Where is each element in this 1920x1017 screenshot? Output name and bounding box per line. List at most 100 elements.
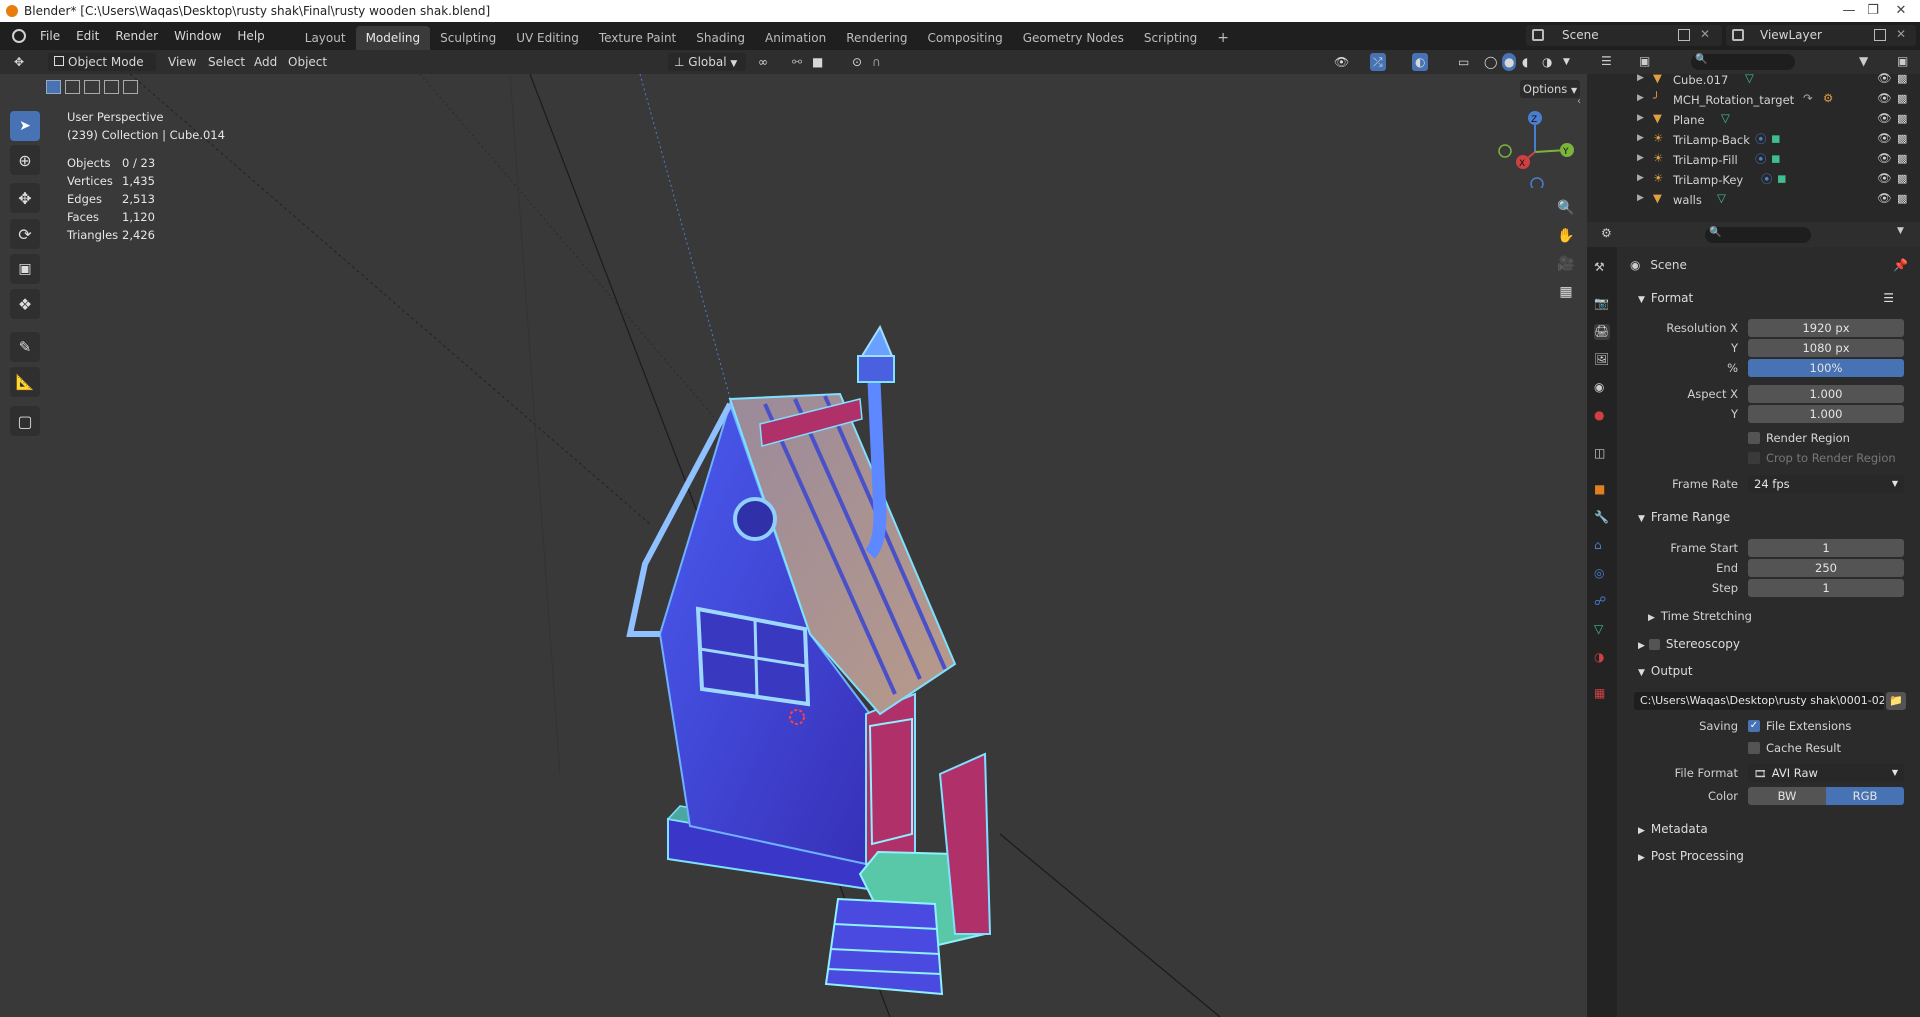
eye-icon[interactable]: 👁 bbox=[1877, 151, 1892, 165]
outliner-search-input[interactable]: 🔍 bbox=[1691, 54, 1795, 70]
display-mode-icon[interactable]: ▣ bbox=[1639, 54, 1650, 68]
file-format-dropdown[interactable]: 🎞 AVI Raw ▼ bbox=[1748, 764, 1904, 782]
collection-tab-icon[interactable]: ◫ bbox=[1594, 446, 1610, 462]
properties-type-icon[interactable]: ⚙ bbox=[1601, 226, 1612, 240]
world-tab-icon[interactable]: ● bbox=[1594, 408, 1610, 424]
presets-icon[interactable]: ☰ bbox=[1883, 286, 1894, 310]
expand-arrow-icon[interactable]: ▶ bbox=[1637, 133, 1644, 143]
tab-modeling[interactable]: Modeling bbox=[355, 26, 431, 50]
eye-icon[interactable]: 👁 bbox=[1877, 131, 1892, 145]
shading-solid-icon[interactable]: ● bbox=[1502, 53, 1517, 71]
cursor-tool[interactable]: ⊕ bbox=[10, 145, 40, 175]
pivot-point-icon[interactable]: ∞ bbox=[758, 53, 768, 71]
annotate-tool[interactable]: ✎ bbox=[10, 332, 40, 362]
snap-icon[interactable]: ⚯ bbox=[792, 53, 802, 71]
viewlayer-selector[interactable]: ViewLayer ✕ bbox=[1726, 25, 1916, 46]
filter-icon[interactable]: ▼ bbox=[1859, 54, 1868, 68]
menu-render[interactable]: Render bbox=[107, 22, 166, 50]
camera-view-icon[interactable]: 🎥 bbox=[1554, 252, 1578, 276]
expand-arrow-icon[interactable]: ▶ bbox=[1637, 93, 1644, 103]
constraints-tab-icon[interactable]: ☍ bbox=[1594, 594, 1610, 610]
tool-tab-icon[interactable]: ⚒ bbox=[1594, 260, 1610, 276]
move-tool[interactable]: ✥ bbox=[10, 183, 40, 213]
select-mode-buttons[interactable] bbox=[46, 80, 139, 96]
texture-tab-icon[interactable]: ▦ bbox=[1594, 686, 1610, 702]
resolution-x-field[interactable]: 1920 px bbox=[1748, 319, 1904, 337]
outliner-row[interactable]: ▶ ☀ TriLamp-Fill ⦿ ◼ 👁 ▩ bbox=[1587, 150, 1920, 170]
menu-window[interactable]: Window bbox=[166, 22, 229, 50]
eye-icon[interactable]: 👁 bbox=[1877, 191, 1892, 205]
render-camera-icon[interactable]: ▩ bbox=[1897, 132, 1907, 145]
crop-region-checkbox[interactable] bbox=[1748, 452, 1760, 464]
expand-arrow-icon[interactable]: ▶ bbox=[1637, 113, 1644, 123]
resolution-y-field[interactable]: 1080 px bbox=[1748, 339, 1904, 357]
falloff-icon[interactable]: ∩ bbox=[872, 53, 881, 71]
proportional-edit-icon[interactable]: ⊙ bbox=[852, 53, 862, 71]
view-layer-tab-icon[interactable]: 🖼 bbox=[1594, 352, 1610, 368]
new-collection-icon[interactable]: ▣ bbox=[1897, 54, 1908, 68]
frame-start-field[interactable]: 1 bbox=[1748, 539, 1904, 557]
eye-icon[interactable]: 👁 bbox=[1877, 71, 1892, 85]
zoom-icon[interactable]: 🔍 bbox=[1554, 196, 1578, 220]
add-workspace-icon[interactable]: + bbox=[1207, 26, 1239, 50]
metadata-panel-header[interactable]: ▶ Metadata bbox=[1630, 817, 1914, 841]
format-panel-header[interactable]: ▼ Format ☰ bbox=[1630, 286, 1914, 310]
menu-add[interactable]: Add bbox=[254, 53, 277, 71]
tab-layout[interactable]: Layout bbox=[295, 26, 356, 50]
expand-arrow-icon[interactable]: ▶ bbox=[1637, 193, 1644, 203]
tab-sculpting[interactable]: Sculpting bbox=[430, 26, 506, 50]
tab-animation[interactable]: Animation bbox=[755, 26, 836, 50]
menu-view[interactable]: View bbox=[168, 53, 196, 71]
output-panel-header[interactable]: ▼ Output bbox=[1630, 659, 1914, 683]
physics-tab-icon[interactable]: ◎ bbox=[1594, 566, 1610, 582]
frame-rate-dropdown[interactable]: 24 fps ▼ bbox=[1748, 475, 1904, 493]
scale-tool[interactable]: ▣ bbox=[10, 254, 40, 284]
output-path-input[interactable]: C:\Users\Waqas\Desktop\rusty shak\0001-0… bbox=[1634, 692, 1884, 710]
scene-tab-icon[interactable]: ◉ bbox=[1594, 380, 1610, 396]
menu-select[interactable]: Select bbox=[208, 53, 245, 71]
aspect-y-field[interactable]: 1.000 bbox=[1748, 405, 1904, 423]
select-box-tool[interactable]: ➤ bbox=[10, 111, 40, 141]
render-camera-icon[interactable]: ▩ bbox=[1897, 152, 1907, 165]
tab-texture-paint[interactable]: Texture Paint bbox=[589, 26, 686, 50]
gizmo-toggle-icon[interactable]: ⤮ bbox=[1370, 53, 1386, 71]
editor-type-icon[interactable]: ✥ bbox=[14, 53, 34, 71]
eye-icon[interactable]: 👁 bbox=[1877, 171, 1892, 185]
tab-uv-editing[interactable]: UV Editing bbox=[506, 26, 589, 50]
render-camera-icon[interactable]: ▩ bbox=[1897, 92, 1907, 105]
cache-result-checkbox[interactable] bbox=[1748, 742, 1760, 754]
3d-viewport[interactable]: ➤ ⊕ ✥ ⟳ ▣ ❖ ✎ 📐 ▢ Options ▼ User Perspec… bbox=[0, 74, 1587, 1017]
menu-help[interactable]: Help bbox=[229, 22, 272, 50]
expand-arrow-icon[interactable]: ▶ bbox=[1637, 173, 1644, 183]
pan-hand-icon[interactable]: ✋ bbox=[1554, 224, 1578, 248]
render-tab-icon[interactable]: 📷 bbox=[1594, 296, 1610, 312]
eye-icon[interactable]: 👁 bbox=[1877, 111, 1892, 125]
post-processing-panel-header[interactable]: ▶ Post Processing bbox=[1630, 844, 1914, 868]
menu-object[interactable]: Object bbox=[288, 53, 327, 71]
copy-viewlayer-icon[interactable] bbox=[1874, 29, 1886, 41]
overlay-toggle-icon[interactable]: ◐ bbox=[1412, 53, 1429, 71]
visibility-icon[interactable]: 👁 bbox=[1334, 53, 1349, 71]
ortho-grid-icon[interactable]: ▦ bbox=[1554, 280, 1578, 304]
output-tab-icon[interactable]: 🖨 bbox=[1594, 324, 1610, 340]
select-new-icon[interactable] bbox=[46, 80, 62, 94]
copy-scene-icon[interactable] bbox=[1678, 29, 1690, 41]
blender-menu-icon[interactable] bbox=[12, 29, 26, 43]
xray-toggle-icon[interactable]: ▭ bbox=[1458, 53, 1469, 71]
resolution-percent-slider[interactable]: 100% bbox=[1748, 359, 1904, 377]
outliner-row[interactable]: ▶ ▼ Plane ▽ 👁 ▩ bbox=[1587, 110, 1920, 130]
particles-tab-icon[interactable]: ⌂ bbox=[1594, 538, 1610, 554]
select-extend-icon[interactable] bbox=[65, 80, 81, 94]
properties-search-input[interactable]: 🔍 bbox=[1705, 227, 1811, 243]
render-region-checkbox[interactable] bbox=[1748, 432, 1760, 444]
folder-icon[interactable]: 📁 bbox=[1886, 692, 1906, 710]
add-cube-tool[interactable]: ▢ bbox=[10, 406, 40, 436]
data-tab-icon[interactable]: ▽ bbox=[1594, 622, 1610, 638]
scene-selector[interactable]: Scene ✕ bbox=[1526, 25, 1722, 46]
select-intersect-icon[interactable] bbox=[122, 80, 139, 94]
expand-arrow-icon[interactable]: ▶ bbox=[1637, 73, 1644, 83]
outliner-row[interactable]: ▶ ☀ TriLamp-Key ⦿ ◼ 👁 ▩ bbox=[1587, 170, 1920, 190]
menu-edit[interactable]: Edit bbox=[68, 22, 107, 50]
tab-shading[interactable]: Shading bbox=[686, 26, 755, 50]
pin-icon[interactable]: 📌 bbox=[1893, 258, 1908, 272]
